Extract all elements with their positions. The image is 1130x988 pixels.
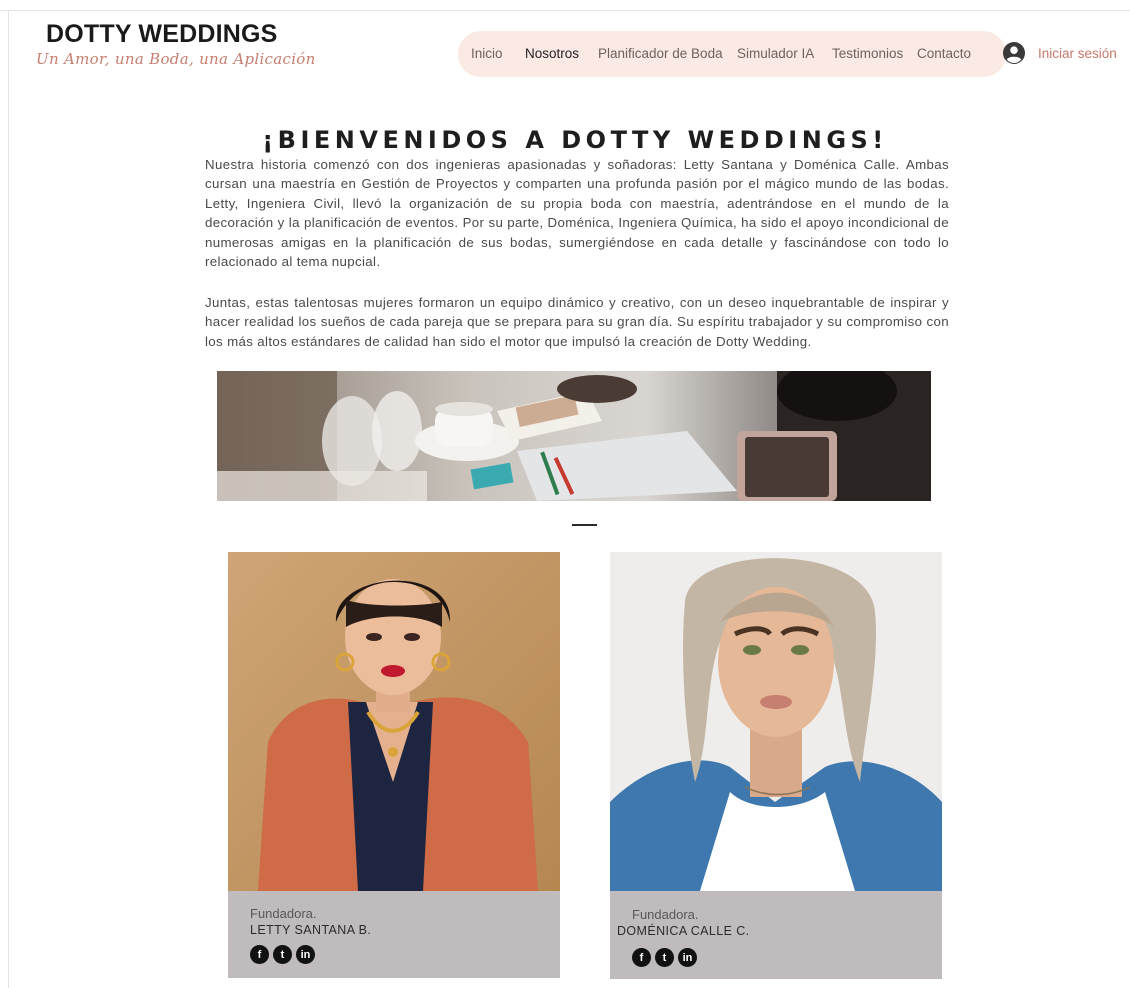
section-divider bbox=[572, 524, 597, 526]
founder-photo-letty bbox=[228, 552, 560, 891]
founder-photo-domenica bbox=[610, 552, 942, 891]
nav-item-planificador[interactable]: Planificador de Boda bbox=[598, 46, 723, 61]
site-logo-tagline: Un Amor, una Boda, una Aplicación bbox=[36, 50, 316, 68]
twitter-icon[interactable]: t bbox=[655, 948, 674, 967]
login-label: Iniciar sesión bbox=[1038, 45, 1117, 61]
linkedin-icon[interactable]: in bbox=[296, 945, 315, 964]
nav-item-inicio[interactable]: Inicio bbox=[471, 46, 503, 61]
social-links: f t in bbox=[632, 948, 697, 967]
founder-role: Fundadora. bbox=[632, 907, 699, 922]
founder-name: LETTY SANTANA B. bbox=[250, 923, 372, 937]
intro-paragraph-1: Nuestra historia comenzó con dos ingenie… bbox=[205, 157, 949, 270]
frame-border-left bbox=[8, 10, 9, 988]
social-links: f t in bbox=[250, 945, 315, 964]
founder-card-domenica: Fundadora. DOMÉNICA CALLE C. f t in bbox=[610, 552, 942, 979]
facebook-icon[interactable]: f bbox=[250, 945, 269, 964]
page-heading: ¡BIENVENIDOS A DOTTY WEDDINGS! bbox=[262, 126, 888, 154]
nav-item-nosotros[interactable]: Nosotros bbox=[525, 46, 579, 61]
banner-planning-table-image bbox=[217, 371, 931, 501]
nav-item-contacto[interactable]: Contacto bbox=[917, 46, 971, 61]
facebook-icon[interactable]: f bbox=[632, 948, 651, 967]
linkedin-icon[interactable]: in bbox=[678, 948, 697, 967]
founder-card-letty: Fundadora. LETTY SANTANA B. f t in bbox=[228, 552, 560, 978]
founder-name: DOMÉNICA CALLE C. bbox=[617, 924, 750, 938]
nav-item-testimonios[interactable]: Testimonios bbox=[832, 46, 903, 61]
frame-border-top bbox=[0, 10, 1130, 11]
user-avatar-icon bbox=[1003, 42, 1025, 64]
main-navigation: Inicio Nosotros Planificador de Boda Sim… bbox=[458, 31, 1006, 77]
intro-paragraph-2: Juntas, estas talentosas mujeres formaro… bbox=[205, 295, 949, 349]
login-button[interactable]: Iniciar sesión bbox=[1003, 42, 1117, 64]
nav-item-simulador[interactable]: Simulador IA bbox=[737, 46, 814, 61]
twitter-icon[interactable]: t bbox=[273, 945, 292, 964]
site-logo-title[interactable]: DOTTY WEDDINGS bbox=[46, 20, 278, 48]
founder-role: Fundadora. bbox=[250, 906, 317, 921]
